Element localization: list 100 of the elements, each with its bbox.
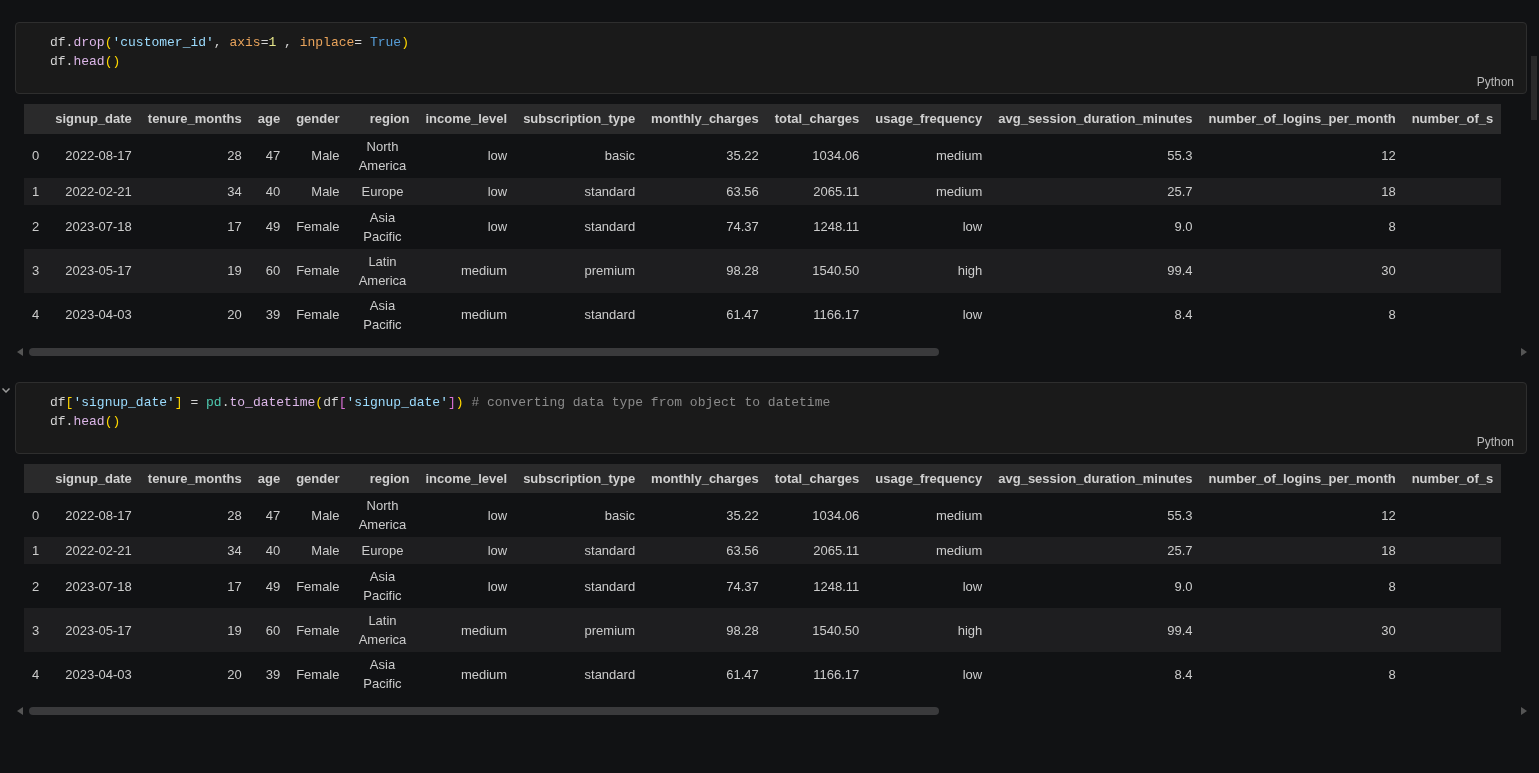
column-header: monthly_charges	[643, 104, 767, 134]
table-cell: 2023-07-18	[47, 564, 140, 608]
row-index: 1	[24, 537, 48, 564]
table-cell: 19	[139, 248, 250, 293]
scrollbar-thumb[interactable]	[29, 707, 939, 715]
table-cell: 55.3	[990, 493, 1201, 537]
table-cell: 20	[139, 292, 250, 337]
table-cell: 2023-07-18	[47, 204, 140, 249]
table-cell: medium	[417, 652, 516, 696]
row-index: 0	[24, 133, 48, 178]
table-cell: 35.22	[643, 493, 767, 537]
table-cell: standard	[515, 177, 644, 205]
table-cell: Latin America	[347, 248, 418, 293]
table-cell: 1248.11	[766, 564, 868, 608]
column-header: age	[249, 104, 289, 134]
table-cell: 8.4	[990, 652, 1201, 696]
code-editor[interactable]: df['signup_date'] = pd.to_datetime(df['signup_date']) # converting data type from object to datetime df.head() Python	[15, 381, 1527, 454]
table-cell: Female	[288, 292, 348, 337]
column-header: tenure_months	[139, 104, 250, 134]
scroll-left-arrow-icon[interactable]	[17, 707, 23, 715]
table-cell: low	[417, 493, 516, 537]
code-line: df.drop('customer_id', axis=1 , inplace= True)	[50, 34, 410, 52]
table-cell: 9.0	[990, 204, 1201, 249]
column-header: monthly_charges	[643, 463, 767, 493]
row-index: 0	[24, 493, 48, 537]
chevron-icon[interactable]	[2, 387, 10, 393]
table-cell: high	[867, 608, 991, 652]
table-cell: low	[417, 564, 516, 608]
table-cell: 60	[249, 248, 289, 293]
table-cell: 1166.17	[766, 292, 868, 337]
table-cell: 17	[139, 204, 250, 249]
table-cell: Male	[288, 493, 348, 537]
table-cell: 28	[139, 133, 250, 178]
scrollbar-thumb[interactable]	[1531, 56, 1537, 120]
table-cell: 40	[249, 537, 289, 564]
column-header: total_charges	[766, 463, 868, 493]
table-cell: medium	[867, 537, 991, 564]
row-index: 1	[24, 177, 48, 205]
table-cell: 1540.50	[766, 248, 868, 293]
table-cell: 2065.11	[766, 537, 868, 564]
column-header: avg_session_duration_minutes	[990, 463, 1201, 493]
table-cell: 18	[1200, 177, 1404, 205]
column-header: subscription_type	[515, 104, 644, 134]
table-cell: Male	[288, 177, 348, 205]
table-cell: 2023-05-17	[47, 608, 140, 652]
code-editor[interactable]: df.drop('customer_id', axis=1 , inplace= True) df.head() Python	[15, 22, 1527, 94]
table-cell: medium	[417, 248, 516, 293]
table-cell: Asia Pacific	[347, 204, 418, 249]
table-cell: North America	[347, 133, 418, 178]
table-cell: 61.47	[643, 292, 767, 337]
table-cell: Asia Pacific	[347, 292, 418, 337]
table-cell: Europe	[347, 177, 418, 205]
language-label[interactable]: Python	[1476, 75, 1514, 89]
scroll-left-arrow-icon[interactable]	[17, 347, 23, 356]
table-cell: 1034.06	[766, 133, 868, 178]
table-cell: 49	[249, 204, 289, 249]
table-cell: 63.56	[643, 537, 767, 564]
table-cell: 61.47	[643, 652, 767, 696]
table-cell: basic	[515, 493, 644, 537]
table-cell: low	[417, 177, 516, 205]
scroll-right-arrow-icon[interactable]	[1521, 707, 1527, 715]
table-cell: 8.4	[990, 292, 1201, 337]
table-cell: 30	[1200, 248, 1404, 293]
table-cell: 28	[139, 493, 250, 537]
table-cell: 39	[249, 652, 289, 696]
table-cell: low	[417, 204, 516, 249]
table-cell: high	[867, 248, 991, 293]
row-index: 2	[24, 204, 48, 249]
table-cell: 63.56	[643, 177, 767, 205]
table-cell: Europe	[347, 537, 418, 564]
table-cell: 2022-02-21	[47, 177, 140, 205]
table-cell: Male	[288, 537, 348, 564]
table-cell: 9.0	[990, 564, 1201, 608]
table-cell: low	[867, 564, 991, 608]
table-cell: low	[867, 292, 991, 337]
table-cell: 98.28	[643, 248, 767, 293]
table-cell: 18	[1200, 537, 1404, 564]
column-header: signup_date	[47, 463, 140, 493]
table-cell: 2023-04-03	[47, 652, 140, 696]
column-header: region	[347, 104, 418, 134]
column-header: age	[249, 463, 289, 493]
table-cell: 99.4	[990, 608, 1201, 652]
table-cell: 19	[139, 608, 250, 652]
language-label[interactable]: Python	[1476, 434, 1514, 449]
table-cell: Female	[288, 204, 348, 249]
column-header: number_of_logins_per_month	[1200, 104, 1404, 134]
table-cell: 1540.50	[766, 608, 868, 652]
table-cell: 34	[139, 177, 250, 205]
row-index: 4	[24, 652, 48, 696]
table-cell: Male	[288, 133, 348, 178]
column-header: total_charges	[766, 104, 868, 134]
table-cell: 1034.06	[766, 493, 868, 537]
table-cell: 25.7	[990, 537, 1201, 564]
table-cell: 55.3	[990, 133, 1201, 178]
table-cell: medium	[867, 493, 991, 537]
column-header: income_level	[417, 463, 516, 493]
scrollbar-thumb[interactable]	[29, 347, 939, 356]
column-header: avg_session_duration_minutes	[990, 104, 1201, 134]
table-cell: standard	[515, 537, 644, 564]
scroll-right-arrow-icon[interactable]	[1521, 347, 1527, 356]
